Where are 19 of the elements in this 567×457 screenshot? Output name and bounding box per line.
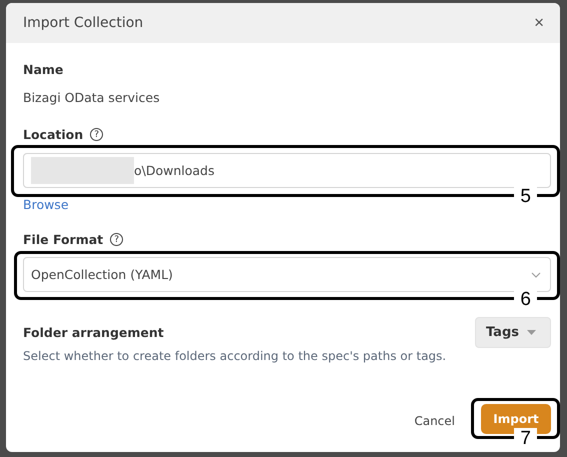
dialog-title: Import Collection (23, 15, 144, 31)
location-value: o\Downloads (134, 163, 215, 178)
field-label: Name (23, 62, 64, 77)
help-icon[interactable]: ? (90, 128, 104, 141)
location-field[interactable]: o\Downloads (23, 153, 551, 188)
field-label: Folder arrangement (23, 325, 165, 340)
help-icon[interactable]: ? (110, 233, 124, 246)
close-button[interactable]: × (534, 13, 544, 33)
browse-link[interactable]: Browse (23, 197, 69, 212)
field-label: File Format (23, 232, 104, 247)
select-value: OpenCollection (YAML) (31, 267, 173, 282)
chevron-down-icon (531, 272, 541, 278)
field-description: Select whether to create folders according to the spec's paths or tags. (23, 349, 446, 363)
tags-dropdown[interactable]: Tags (474, 317, 551, 348)
field-label: Location (23, 127, 84, 142)
caret-icon (527, 330, 536, 335)
file-format-select[interactable]: OpenCollection (YAML) (23, 257, 551, 292)
name-value: Bizagi OData services (23, 90, 161, 105)
cancel-button[interactable]: Cancel (414, 414, 455, 428)
